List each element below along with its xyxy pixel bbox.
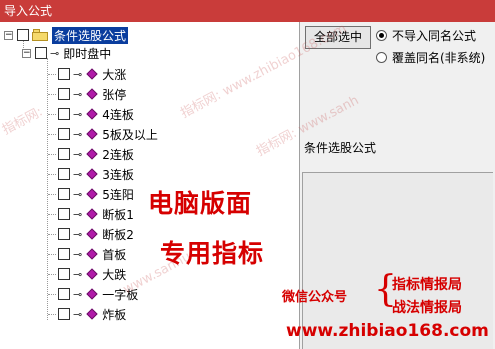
- item-checkbox[interactable]: [58, 248, 70, 260]
- formula-diamond-icon: [86, 88, 98, 100]
- radio-dot[interactable]: [376, 52, 387, 63]
- tree-item-label[interactable]: 炸板: [102, 306, 126, 323]
- tree-item[interactable]: ⊸ 3连板: [48, 164, 134, 184]
- select-all-button[interactable]: 全部选中: [305, 26, 371, 49]
- collapse-icon[interactable]: −: [22, 48, 31, 58]
- item-checkbox[interactable]: [58, 168, 70, 180]
- item-checkbox[interactable]: [58, 308, 70, 320]
- window-title: 导入公式: [4, 4, 53, 18]
- tree-item[interactable]: ⊸ 炸板: [48, 304, 126, 324]
- key-icon: ⊸: [73, 67, 83, 81]
- key-icon: ⊸: [73, 227, 83, 241]
- collapse-icon[interactable]: −: [4, 30, 13, 40]
- formula-diamond-icon: [86, 128, 98, 140]
- formula-diamond-icon: [86, 188, 98, 200]
- formula-diamond-icon: [86, 268, 98, 280]
- tree-item[interactable]: ⊸ 首板: [48, 244, 126, 264]
- formula-diamond-icon: [86, 148, 98, 160]
- formula-diamond-icon: [86, 248, 98, 260]
- tree-item-label[interactable]: 5连阳: [102, 186, 134, 203]
- tree-item-label[interactable]: 断板1: [102, 206, 134, 223]
- key-icon: ⊸: [73, 87, 83, 101]
- item-checkbox[interactable]: [58, 128, 70, 140]
- key-icon: ⊸: [73, 267, 83, 281]
- tree-item[interactable]: ⊸ 一字板: [48, 284, 138, 304]
- key-icon: ⊸: [50, 46, 60, 60]
- key-icon: ⊸: [73, 287, 83, 301]
- website-url: www.zhibiao168.com: [286, 321, 489, 341]
- formula-diamond-icon: [86, 308, 98, 320]
- title-bar: 导入公式: [0, 0, 495, 22]
- tree-item[interactable]: ⊸ 4连板: [48, 104, 134, 124]
- key-icon: ⊸: [73, 107, 83, 121]
- formula-diamond-icon: [86, 228, 98, 240]
- tree-item-label[interactable]: 3连板: [102, 166, 134, 183]
- account-2: 战法情报局: [392, 300, 462, 316]
- key-icon: ⊸: [73, 187, 83, 201]
- item-checkbox[interactable]: [58, 288, 70, 300]
- formula-diamond-icon: [86, 108, 98, 120]
- key-icon: ⊸: [73, 147, 83, 161]
- key-icon: ⊸: [73, 127, 83, 141]
- item-checkbox[interactable]: [58, 268, 70, 280]
- key-icon: ⊸: [73, 167, 83, 181]
- tree-label-root[interactable]: 条件选股公式: [52, 26, 129, 44]
- account-1: 指标情报局: [392, 277, 462, 293]
- tree-item[interactable]: ⊸ 大涨: [48, 64, 126, 84]
- tree-item-label[interactable]: 一字板: [102, 286, 138, 303]
- tree-node-root[interactable]: − 条件选股公式: [4, 25, 129, 45]
- tree-item-label[interactable]: 断板2: [102, 226, 134, 243]
- item-checkbox[interactable]: [58, 68, 70, 80]
- tree-item-label[interactable]: 大涨: [102, 66, 126, 83]
- tree-item-label[interactable]: 2连板: [102, 146, 134, 163]
- tree-item-label[interactable]: 大跌: [102, 266, 126, 283]
- tree-item[interactable]: ⊸ 断板2: [48, 224, 134, 244]
- key-icon: ⊸: [73, 207, 83, 221]
- formula-diamond-icon: [86, 68, 98, 80]
- key-icon: ⊸: [73, 247, 83, 261]
- checkbox-group[interactable]: [35, 47, 47, 59]
- tree-item[interactable]: ⊸ 2连板: [48, 144, 134, 164]
- formula-diamond-icon: [86, 288, 98, 300]
- item-checkbox[interactable]: [58, 148, 70, 160]
- radio-no-import[interactable]: 不导入同名公式: [376, 27, 476, 44]
- radio-dot[interactable]: [376, 30, 387, 41]
- tree-item-label[interactable]: 4连板: [102, 106, 134, 123]
- tree-node-group[interactable]: − ⊸ 即时盘中: [22, 43, 111, 63]
- tree-item[interactable]: ⊸ 断板1: [48, 204, 134, 224]
- tree-item-label[interactable]: 张停: [102, 86, 126, 103]
- wechat-label: 微信公众号: [282, 290, 348, 305]
- tree-item-label[interactable]: 5板及以上: [102, 126, 158, 143]
- radio-overwrite[interactable]: 覆盖同名(非系统): [376, 49, 485, 66]
- formula-name-label: 条件选股公式: [304, 141, 377, 155]
- item-checkbox[interactable]: [58, 108, 70, 120]
- formula-diamond-icon: [86, 168, 98, 180]
- formula-diamond-icon: [86, 208, 98, 220]
- radio-no-import-label: 不导入同名公式: [392, 29, 477, 43]
- item-checkbox[interactable]: [58, 228, 70, 240]
- overlay-line-1: 电脑版面: [148, 189, 253, 218]
- radio-overwrite-label: 覆盖同名(非系统): [392, 51, 486, 65]
- tree-label-group[interactable]: 即时盘中: [63, 45, 111, 62]
- item-checkbox[interactable]: [58, 188, 70, 200]
- checkbox-root[interactable]: [17, 29, 29, 41]
- folder-icon: [32, 29, 48, 41]
- tree-item[interactable]: ⊸ 张停: [48, 84, 126, 104]
- item-checkbox[interactable]: [58, 88, 70, 100]
- overlay-line-2: 专用指标: [160, 239, 265, 268]
- key-icon: ⊸: [73, 307, 83, 321]
- tree-item-label[interactable]: 首板: [102, 246, 126, 263]
- tree-item[interactable]: ⊸ 5板及以上: [48, 124, 158, 144]
- item-checkbox[interactable]: [58, 208, 70, 220]
- tree-item[interactable]: ⊸ 5连阳: [48, 184, 134, 204]
- tree-item[interactable]: ⊸ 大跌: [48, 264, 126, 284]
